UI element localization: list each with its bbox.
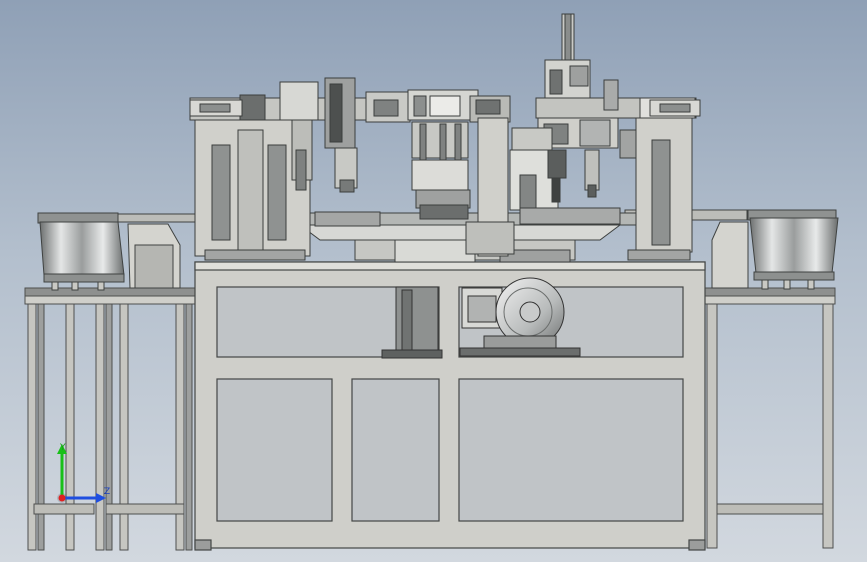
machine-assembly-drawing: Y Z [24,13,839,551]
left-feeder-bowl [37,212,125,291]
right-screw-station [509,13,697,261]
triad-z-label: Z [104,487,110,497]
main-frame [194,261,706,551]
right-stand [704,287,836,549]
x-axis-dot [58,494,66,502]
right-feeder-bowl [747,209,839,290]
cad-viewport[interactable]: Y Z [0,0,867,562]
left-stand [24,287,196,551]
triad-y-label: Y [59,443,66,453]
